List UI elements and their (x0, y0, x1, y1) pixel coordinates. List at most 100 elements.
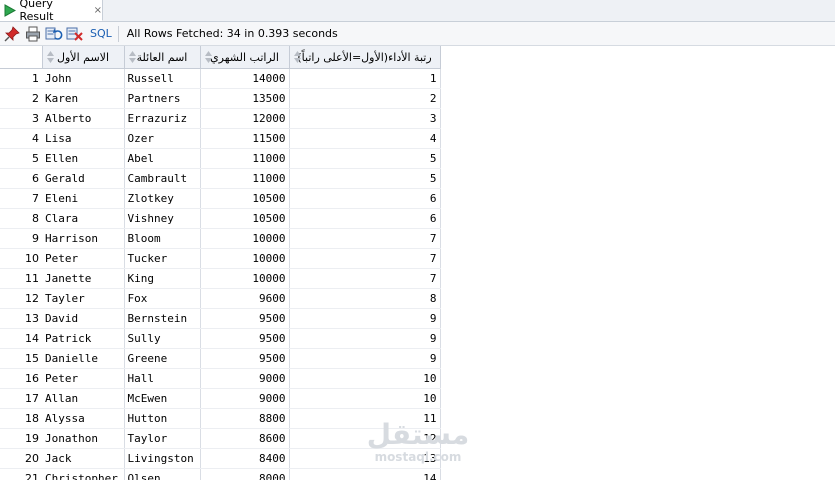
table-row[interactable]: 8 Clara Vishney 10500 6 (0, 208, 441, 229)
cell-last-name[interactable]: Russell (124, 68, 201, 89)
cell-monthly-salary[interactable]: 11000 (200, 148, 290, 169)
cell-last-name[interactable]: Bloom (124, 228, 201, 249)
cell-first-name[interactable]: Ellen (42, 148, 125, 169)
table-row[interactable]: 7 Eleni Zlotkey 10500 6 (0, 188, 441, 209)
cell-last-name[interactable]: Olsen (124, 468, 201, 480)
cell-last-name[interactable]: Errazuriz (124, 108, 201, 129)
cell-performance-rank[interactable]: 12 (289, 428, 441, 449)
cell-last-name[interactable]: Tucker (124, 248, 201, 269)
cell-last-name[interactable]: Vishney (124, 208, 201, 229)
cell-first-name[interactable]: Christopher (42, 468, 125, 480)
cell-last-name[interactable]: Greene (124, 348, 201, 369)
cell-monthly-salary[interactable]: 9600 (200, 288, 290, 309)
cell-monthly-salary[interactable]: 10000 (200, 228, 290, 249)
table-row[interactable]: 10 Peter Tucker 10000 7 (0, 248, 441, 269)
cell-performance-rank[interactable]: 11 (289, 408, 441, 429)
table-row[interactable]: 19 Jonathon Taylor 8600 12 (0, 428, 441, 449)
cell-monthly-salary[interactable]: 10000 (200, 268, 290, 289)
cell-first-name[interactable]: Jonathon (42, 428, 125, 449)
cell-last-name[interactable]: Taylor (124, 428, 201, 449)
table-row[interactable]: 9 Harrison Bloom 10000 7 (0, 228, 441, 249)
cell-monthly-salary[interactable]: 13500 (200, 88, 290, 109)
cell-first-name[interactable]: Peter (42, 368, 125, 389)
print-icon[interactable] (24, 25, 42, 43)
cell-first-name[interactable]: Alberto (42, 108, 125, 129)
cell-last-name[interactable]: Abel (124, 148, 201, 169)
table-row[interactable]: 12 Tayler Fox 9600 8 (0, 288, 441, 309)
cell-last-name[interactable]: Sully (124, 328, 201, 349)
cell-monthly-salary[interactable]: 9000 (200, 368, 290, 389)
cell-monthly-salary[interactable]: 11500 (200, 128, 290, 149)
cell-monthly-salary[interactable]: 8600 (200, 428, 290, 449)
cell-first-name[interactable]: Alyssa (42, 408, 125, 429)
tab-query-result[interactable]: Query Result × (0, 0, 103, 23)
table-row[interactable]: 15 Danielle Greene 9500 9 (0, 348, 441, 369)
column-header-last-name[interactable]: اسم العائلة (123, 46, 201, 69)
cell-performance-rank[interactable]: 13 (289, 448, 441, 469)
cell-performance-rank[interactable]: 2 (289, 88, 441, 109)
cell-first-name[interactable]: Jack (42, 448, 125, 469)
cell-first-name[interactable]: Janette (42, 268, 125, 289)
cell-first-name[interactable]: Clara (42, 208, 125, 229)
results-grid[interactable]: الاسم الأول اسم العائلة الراتب الشهري رت… (0, 46, 835, 480)
cell-monthly-salary[interactable]: 9500 (200, 308, 290, 329)
cell-first-name[interactable]: Harrison (42, 228, 125, 249)
column-header-monthly-salary[interactable]: الراتب الشهري (199, 46, 290, 69)
cell-performance-rank[interactable]: 9 (289, 328, 441, 349)
table-row[interactable]: 17 Allan McEwen 9000 10 (0, 388, 441, 409)
table-row[interactable]: 5 Ellen Abel 11000 5 (0, 148, 441, 169)
cell-first-name[interactable]: Danielle (42, 348, 125, 369)
cell-first-name[interactable]: Lisa (42, 128, 125, 149)
cell-performance-rank[interactable]: 4 (289, 128, 441, 149)
cell-monthly-salary[interactable]: 9000 (200, 388, 290, 409)
cell-performance-rank[interactable]: 6 (289, 188, 441, 209)
refresh-icon[interactable] (45, 25, 63, 43)
cell-first-name[interactable]: Tayler (42, 288, 125, 309)
cell-last-name[interactable]: Hall (124, 368, 201, 389)
table-row[interactable]: 21 Christopher Olsen 8000 14 (0, 468, 441, 480)
cell-performance-rank[interactable]: 8 (289, 288, 441, 309)
cell-first-name[interactable]: Gerald (42, 168, 125, 189)
cell-last-name[interactable]: Partners (124, 88, 201, 109)
pin-icon[interactable] (3, 25, 21, 43)
close-icon[interactable]: × (94, 5, 102, 16)
cell-first-name[interactable]: David (42, 308, 125, 329)
table-row[interactable]: 13 David Bernstein 9500 9 (0, 308, 441, 329)
table-row[interactable]: 18 Alyssa Hutton 8800 11 (0, 408, 441, 429)
cell-last-name[interactable]: Fox (124, 288, 201, 309)
table-row[interactable]: 3 Alberto Errazuriz 12000 3 (0, 108, 441, 129)
cell-performance-rank[interactable]: 3 (289, 108, 441, 129)
cell-performance-rank[interactable]: 5 (289, 168, 441, 189)
table-row[interactable]: 20 Jack Livingston 8400 13 (0, 448, 441, 469)
cell-performance-rank[interactable]: 5 (289, 148, 441, 169)
cell-last-name[interactable]: Cambrault (124, 168, 201, 189)
cell-monthly-salary[interactable]: 11000 (200, 168, 290, 189)
cell-last-name[interactable]: King (124, 268, 201, 289)
cell-monthly-salary[interactable]: 10500 (200, 188, 290, 209)
column-header-first-name[interactable]: الاسم الأول (41, 46, 125, 69)
cell-first-name[interactable]: John (42, 68, 125, 89)
cell-last-name[interactable]: Ozer (124, 128, 201, 149)
cell-performance-rank[interactable]: 6 (289, 208, 441, 229)
column-header-performance-rank[interactable]: رتبة الأداء(الأول=الأعلى راتباً) (288, 46, 441, 69)
cell-performance-rank[interactable]: 9 (289, 348, 441, 369)
cell-monthly-salary[interactable]: 10000 (200, 248, 290, 269)
table-row[interactable]: 16 Peter Hall 9000 10 (0, 368, 441, 389)
table-row[interactable]: 1 John Russell 14000 1 (0, 68, 441, 89)
cell-monthly-salary[interactable]: 9500 (200, 348, 290, 369)
cell-performance-rank[interactable]: 7 (289, 268, 441, 289)
table-row[interactable]: 6 Gerald Cambrault 11000 5 (0, 168, 441, 189)
cell-first-name[interactable]: Karen (42, 88, 125, 109)
table-row[interactable]: 4 Lisa Ozer 11500 4 (0, 128, 441, 149)
cell-first-name[interactable]: Peter (42, 248, 125, 269)
cell-performance-rank[interactable]: 10 (289, 388, 441, 409)
cell-first-name[interactable]: Allan (42, 388, 125, 409)
cell-last-name[interactable]: McEwen (124, 388, 201, 409)
cell-last-name[interactable]: Hutton (124, 408, 201, 429)
cell-performance-rank[interactable]: 14 (289, 468, 441, 480)
cell-performance-rank[interactable]: 1 (289, 68, 441, 89)
cell-monthly-salary[interactable]: 12000 (200, 108, 290, 129)
cell-monthly-salary[interactable]: 8000 (200, 468, 290, 480)
cell-monthly-salary[interactable]: 8400 (200, 448, 290, 469)
clear-icon[interactable] (66, 25, 84, 43)
